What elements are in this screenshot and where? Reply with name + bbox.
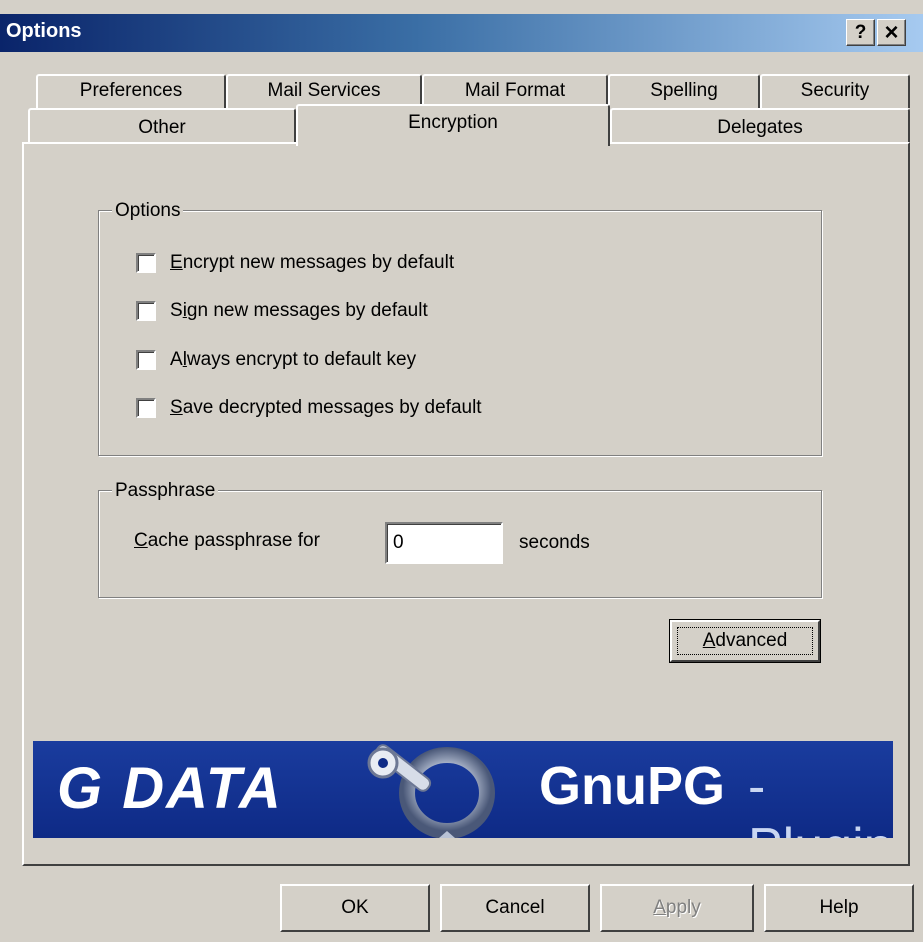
tab-security[interactable]: Security xyxy=(760,74,910,108)
tab-delegates[interactable]: Delegates xyxy=(610,108,910,144)
gdata-gnupg-banner: G DATA GnuPG -Plugin xyxy=(33,741,893,838)
encrypt-new-checkbox[interactable] xyxy=(136,253,156,273)
cancel-button[interactable]: Cancel xyxy=(440,884,590,932)
save-decrypted-checkbox[interactable] xyxy=(136,398,156,418)
advanced-button[interactable]: Advanced xyxy=(669,619,821,663)
tab-preferences[interactable]: Preferences xyxy=(36,74,226,108)
save-decrypted-label[interactable]: Save decrypted messages by default xyxy=(170,397,482,419)
passphrase-group-legend: Passphrase xyxy=(112,480,219,502)
sign-new-checkbox[interactable] xyxy=(136,301,156,321)
tab-other[interactable]: Other xyxy=(28,108,296,144)
tab-encryption[interactable]: Encryption xyxy=(296,104,610,146)
options-group-legend: Options xyxy=(112,200,184,222)
always-encrypt-label[interactable]: Always encrypt to default key xyxy=(170,349,416,371)
key-emblem-icon xyxy=(367,744,495,838)
sign-new-checkbox-row[interactable]: Sign new messages by default xyxy=(136,298,428,324)
cache-seconds-input[interactable] xyxy=(385,522,503,564)
save-decrypted-checkbox-row[interactable]: Save decrypted messages by default xyxy=(136,395,482,421)
gnupg-text: GnuPG xyxy=(539,756,725,816)
encrypt-new-label[interactable]: Encrypt new messages by default xyxy=(170,252,454,274)
encrypt-new-checkbox-row[interactable]: Encrypt new messages by default xyxy=(136,250,454,276)
seconds-unit-label: seconds xyxy=(519,532,590,553)
title-bar[interactable]: Options ? × xyxy=(0,14,923,52)
window-title: Options xyxy=(6,20,82,42)
focus-rect xyxy=(677,627,813,655)
plugin-text: -Plugin xyxy=(748,758,893,838)
tab-mail-services[interactable]: Mail Services xyxy=(226,74,422,108)
ok-button[interactable]: OK xyxy=(280,884,430,932)
tab-spelling[interactable]: Spelling xyxy=(608,74,760,108)
tab-mail-format[interactable]: Mail Format xyxy=(422,74,608,108)
sign-new-label[interactable]: Sign new messages by default xyxy=(170,300,428,322)
always-encrypt-checkbox-row[interactable]: Always encrypt to default key xyxy=(136,347,416,373)
apply-button[interactable]: Apply xyxy=(600,884,754,932)
close-button[interactable]: × xyxy=(877,19,906,46)
help-caption-button[interactable]: ? xyxy=(846,19,875,46)
apply-button-label: Apply xyxy=(653,897,701,918)
cache-passphrase-label: Cache passphrase for xyxy=(134,530,320,551)
help-button[interactable]: Help xyxy=(764,884,914,932)
always-encrypt-checkbox[interactable] xyxy=(136,350,156,370)
gdata-logo: G DATA xyxy=(57,756,283,821)
